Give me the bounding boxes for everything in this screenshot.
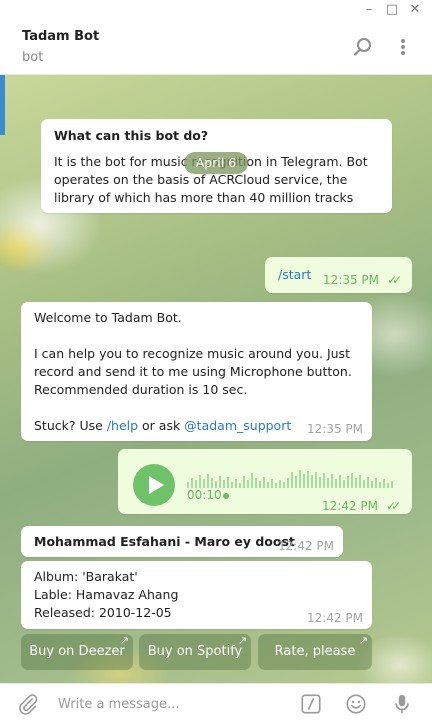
external-link-icon: ↗ — [119, 634, 129, 647]
button-label: Rate, please — [274, 644, 356, 659]
incoming-message[interactable]: Mohammad Esfahani - Maro ey doost 12:42 … — [21, 526, 343, 557]
button-label: Buy on Deezer — [29, 644, 125, 659]
window-titlebar: – □ ✕ — [0, 0, 432, 20]
search-icon[interactable] — [351, 35, 375, 59]
message-time: 12:42 PM — [307, 611, 363, 625]
date-separator: April 6 — [184, 152, 248, 174]
rate-please-button[interactable]: Rate, please ↗ — [258, 634, 372, 670]
more-vertical-icon[interactable] — [391, 35, 415, 59]
chat-header: Tadam Bot bot — [0, 20, 432, 75]
chat-subtitle: bot — [22, 50, 44, 65]
voice-duration: 00:10 — [187, 488, 222, 502]
commands-icon[interactable] — [300, 693, 322, 715]
stuck-prefix: Stuck? Use — [34, 418, 107, 433]
play-button[interactable] — [133, 464, 175, 506]
voice-waveform[interactable] — [187, 464, 399, 488]
external-link-icon: ↗ — [358, 634, 368, 647]
minimize-button[interactable]: – — [360, 2, 378, 18]
message-input[interactable] — [58, 694, 278, 714]
buy-on-deezer-button[interactable]: Buy on Deezer ↗ — [21, 634, 133, 670]
maximize-button[interactable]: □ — [383, 2, 401, 18]
double-check-icon: ✓✓ — [387, 273, 402, 287]
external-link-icon: ↗ — [237, 634, 247, 647]
stuck-middle: or ask — [138, 418, 185, 433]
message-time: 12:35 PM — [323, 273, 379, 287]
attach-icon[interactable] — [17, 693, 39, 715]
song-title: Mohammad Esfahani - Maro ey doost — [34, 534, 295, 549]
chat-title[interactable]: Tadam Bot — [22, 29, 99, 44]
outgoing-message[interactable]: /start 12:35 PM ✓✓ — [265, 257, 412, 293]
message-time: 12:42 PM — [278, 539, 334, 553]
bot-description-heading: What can this bot do? — [54, 128, 209, 143]
button-label: Buy on Spotify — [147, 644, 243, 659]
double-check-icon: ✓✓ — [386, 499, 401, 513]
incoming-message[interactable]: Album: 'Barakat' Lable: Hamavaz Ahang Re… — [21, 561, 372, 629]
welcome-body: I can help you to recognize music around… — [34, 346, 352, 397]
close-button[interactable]: ✕ — [406, 2, 424, 18]
incoming-message[interactable]: Welcome to Tadam Bot. I can help you to … — [21, 302, 372, 441]
message-time: 12:42 PM — [322, 499, 378, 513]
message-composer — [0, 683, 432, 723]
welcome-line: Welcome to Tadam Bot. — [34, 310, 182, 325]
play-icon — [149, 476, 164, 494]
start-command[interactable]: /start — [278, 266, 311, 284]
message-time: 12:35 PM — [307, 422, 363, 436]
help-link[interactable]: /help — [107, 418, 138, 433]
buy-on-spotify-button[interactable]: Buy on Spotify ↗ — [139, 634, 251, 670]
label-line: Lable: Hamavaz Ahang — [34, 587, 179, 602]
emoji-icon[interactable] — [345, 693, 367, 715]
window-edge — [0, 75, 5, 135]
support-link[interactable]: @tadam_support — [184, 418, 291, 433]
microphone-icon[interactable] — [391, 693, 413, 715]
album-line: Album: 'Barakat' — [34, 569, 138, 584]
unplayed-dot — [223, 493, 229, 499]
